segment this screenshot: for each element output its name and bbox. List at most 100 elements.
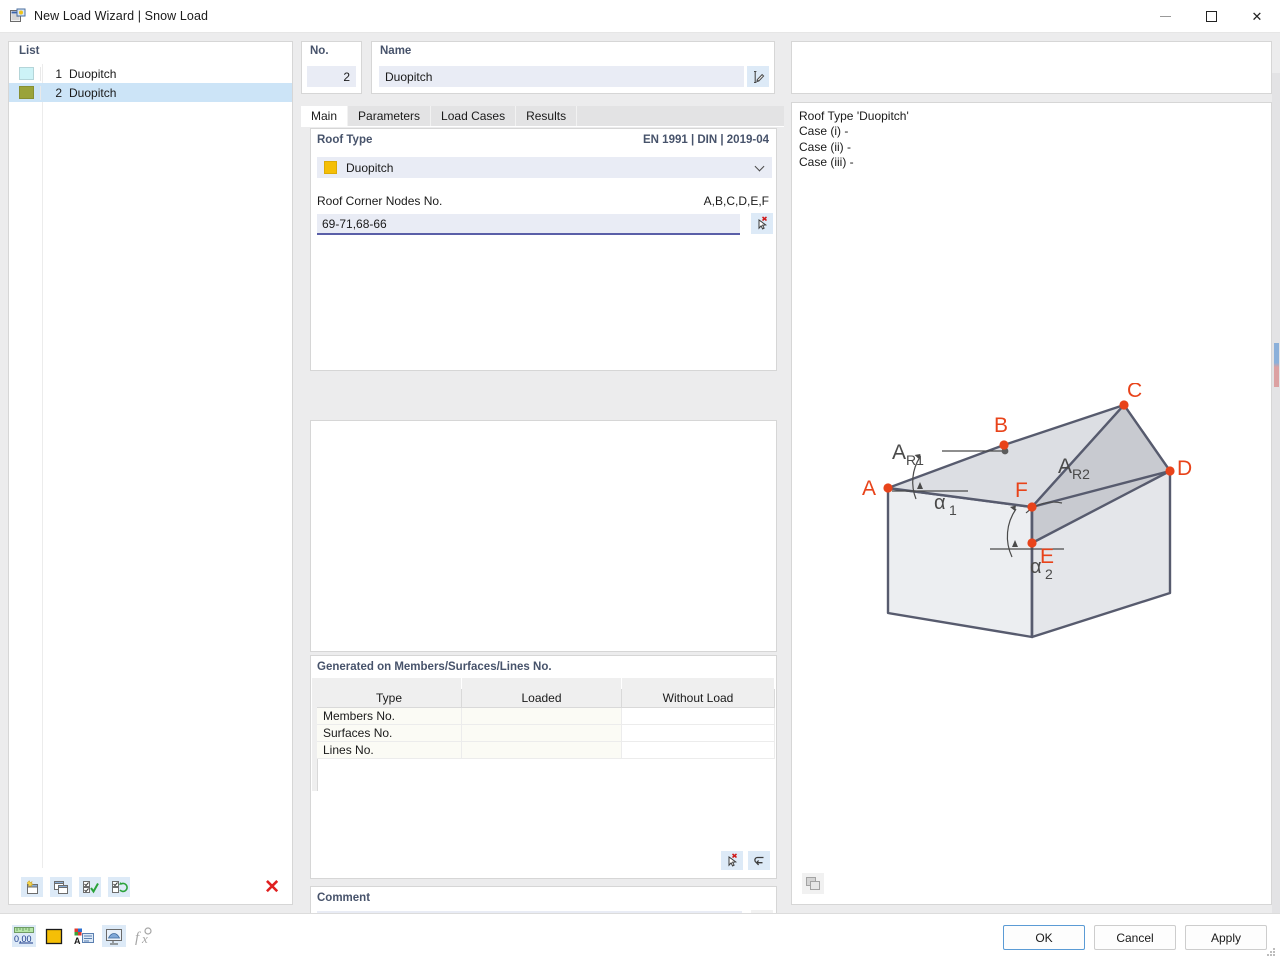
no-label: No.: [310, 45, 329, 57]
formula-button[interactable]: f x: [132, 925, 156, 947]
select-cursor-icon[interactable]: [751, 213, 773, 234]
svg-text:α: α: [1030, 556, 1042, 578]
tab-load-cases[interactable]: Load Cases: [431, 106, 517, 126]
chevron-down-icon: [754, 161, 765, 172]
number-field-card: No.: [301, 41, 362, 94]
tab-bar: Main Parameters Load Cases Results: [301, 106, 784, 127]
tab-parameters[interactable]: Parameters: [348, 106, 432, 126]
roof-corner-nodes-wrap: [317, 214, 740, 236]
image-copy-icon[interactable]: [802, 873, 824, 894]
units-button[interactable]: 0,00: [12, 925, 36, 947]
svg-text:1: 1: [949, 502, 957, 518]
dialog-buttons: OK Cancel Apply: [1003, 925, 1267, 950]
svg-text:F: F: [1015, 479, 1028, 502]
cell-loaded[interactable]: [462, 725, 622, 742]
list-item-number: 1: [40, 66, 62, 81]
tab-main[interactable]: Main: [301, 106, 349, 126]
cell-without-load[interactable]: [622, 725, 775, 742]
svg-text:E: E: [1040, 545, 1054, 568]
cell-type: Members No.: [317, 708, 462, 725]
close-icon[interactable]: ✕: [1234, 0, 1280, 33]
info-line: Case (iii) -: [799, 155, 854, 170]
resize-grip[interactable]: [1267, 948, 1277, 958]
window-titlebar: New Load Wizard | Snow Load ✕: [0, 0, 1280, 33]
roof-type-select[interactable]: Duopitch: [317, 157, 772, 178]
cancel-button[interactable]: Cancel: [1094, 925, 1176, 950]
list-item[interactable]: 2 Duopitch: [9, 83, 292, 102]
delete-item-button[interactable]: ✕: [264, 878, 280, 897]
center-panel: No. Name Main Parameters Load Cases Resu…: [301, 41, 784, 934]
cell-without-load[interactable]: [622, 708, 775, 725]
undo-arrow-icon[interactable]: [748, 851, 770, 870]
color-swatch: [19, 86, 34, 99]
window-controls: ✕: [1142, 0, 1280, 33]
grid-top-strip: [317, 678, 775, 689]
svg-text:D: D: [1177, 457, 1192, 480]
name-label: Name: [380, 45, 412, 57]
bottom-bar: 0,00 A f x OK Cancel Apply: [0, 913, 1280, 960]
info-line: Case (ii) -: [799, 139, 852, 154]
dialog-body: List 1 Duopitch 2 Duopitch ✕ No. 2 Name …: [0, 33, 1280, 934]
list-header-label: List: [19, 45, 40, 57]
maximize-button[interactable]: [1188, 0, 1234, 33]
svg-text:A: A: [74, 936, 81, 946]
roof-type-value: Duopitch: [346, 160, 394, 175]
roof-type-color-swatch: [324, 161, 337, 174]
roof-corner-nodes-label: Roof Corner Nodes No.: [317, 194, 443, 208]
cell-without-load[interactable]: [622, 742, 775, 759]
svg-text:A: A: [862, 477, 876, 500]
cell-loaded[interactable]: [462, 742, 622, 759]
column-header-loaded[interactable]: Loaded: [462, 689, 622, 708]
list-panel: List 1 Duopitch 2 Duopitch ✕: [8, 41, 293, 905]
right-info-panel: [791, 41, 1272, 94]
select-cursor-button[interactable]: [721, 851, 743, 870]
list-item-number: 2: [40, 85, 62, 100]
cell-loaded[interactable]: [462, 708, 622, 725]
column-header-without-load[interactable]: Without Load: [622, 689, 775, 708]
svg-text:R2: R2: [1072, 466, 1090, 482]
no-input[interactable]: [307, 66, 356, 87]
duopitch-roof-diagram: A B C D E F A R1 A R2 α 1 α 2: [792, 379, 1273, 683]
generated-grid: Type Loaded Without Load Members No. Sur…: [317, 678, 775, 877]
grid-footer-toolbar: [721, 851, 770, 870]
name-input[interactable]: [379, 66, 744, 87]
edit-pencil-icon[interactable]: [747, 66, 769, 87]
color-swatch: [19, 67, 34, 80]
roof-corner-nodes-input[interactable]: [317, 214, 740, 235]
check-all-button[interactable]: [79, 877, 101, 897]
svg-text:α: α: [934, 492, 946, 514]
info-line: Roof Type 'Duopitch': [799, 109, 909, 123]
right-preview-panel: Roof Type 'Duopitch' Case (i) - Case (ii…: [791, 102, 1272, 905]
svg-text:R1: R1: [906, 452, 924, 468]
table-row[interactable]: Surfaces No.: [317, 725, 775, 742]
new-item-button[interactable]: [21, 877, 43, 897]
grid-header-row: Type Loaded Without Load: [317, 689, 775, 708]
view-button[interactable]: [102, 925, 126, 947]
app-icon: [10, 8, 26, 24]
window-title: New Load Wizard | Snow Load: [34, 9, 209, 23]
ok-button[interactable]: OK: [1003, 925, 1085, 950]
svg-text:f: f: [135, 930, 141, 946]
tab-filler: [577, 106, 784, 126]
apply-button[interactable]: Apply: [1185, 925, 1267, 950]
minimize-button[interactable]: [1142, 0, 1188, 33]
name-field-card: Name: [371, 41, 775, 94]
list-item-label: Duopitch: [69, 66, 117, 81]
tab-results[interactable]: Results: [516, 106, 578, 126]
column-header-type[interactable]: Type: [317, 689, 462, 708]
copy-item-button[interactable]: [50, 877, 72, 897]
list-item[interactable]: 1 Duopitch: [9, 64, 292, 83]
table-row[interactable]: Members No.: [317, 708, 775, 725]
bottom-toolbar: 0,00 A f x: [12, 925, 156, 947]
comment-label: Comment: [317, 892, 371, 904]
invert-check-button[interactable]: [108, 877, 130, 897]
color-button[interactable]: [42, 925, 66, 947]
info-line: Case (i) -: [799, 124, 849, 139]
list-item-label: Duopitch: [69, 85, 117, 100]
table-row[interactable]: Lines No.: [317, 742, 775, 759]
cell-type: Lines No.: [317, 742, 462, 759]
svg-text:2: 2: [1045, 566, 1053, 582]
display-props-button[interactable]: A: [72, 925, 96, 947]
panel-resize-handle[interactable]: [1274, 343, 1279, 387]
roof-corner-nodes-hint: A,B,C,D,E,F: [703, 194, 769, 208]
